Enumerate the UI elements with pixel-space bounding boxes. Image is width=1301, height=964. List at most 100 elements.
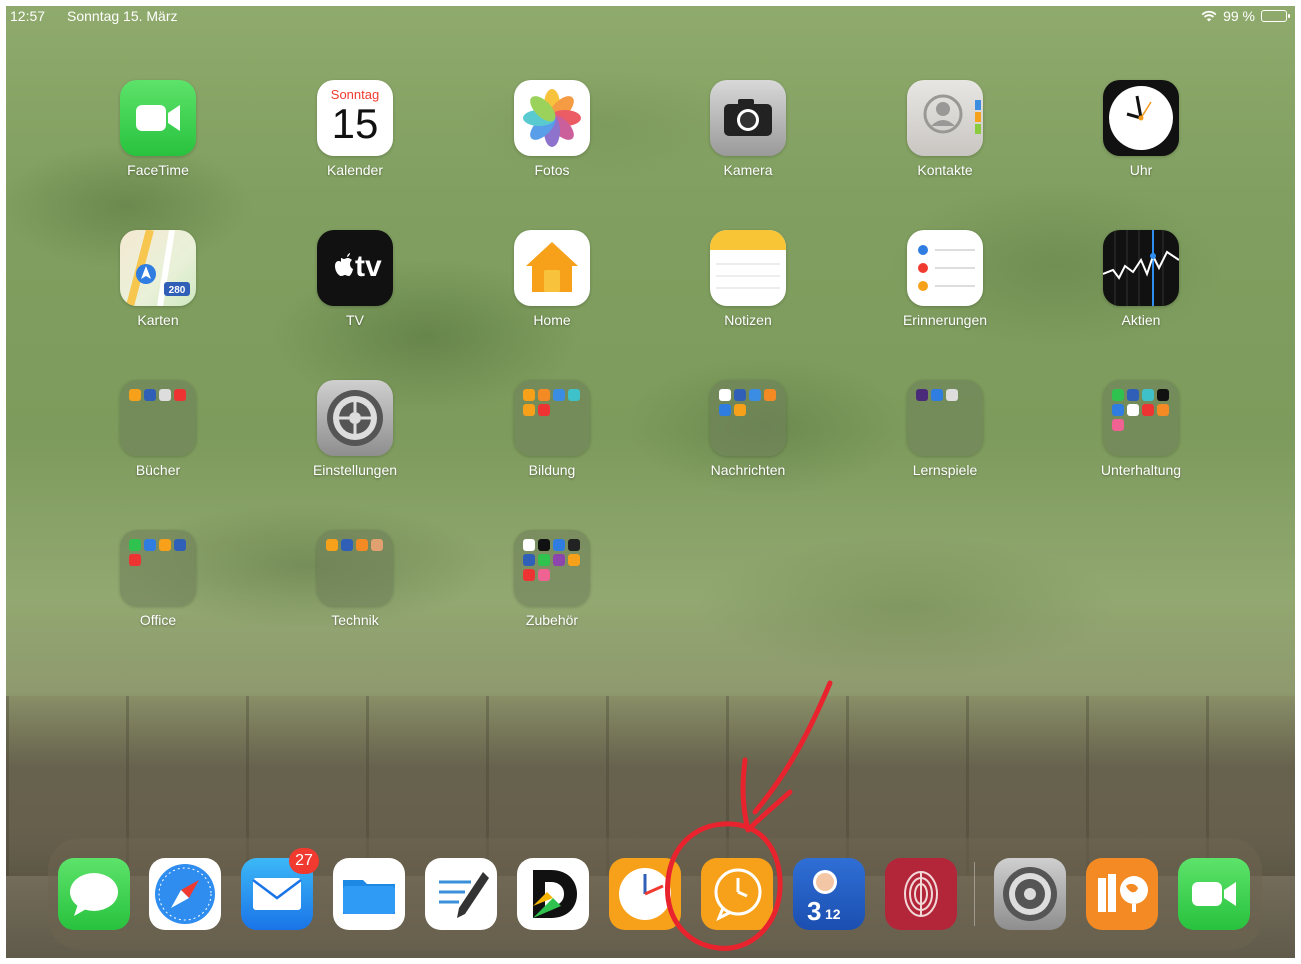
app-karten[interactable]: 280 Karten — [98, 230, 218, 328]
maps-icon: 280 — [120, 230, 196, 306]
app-kamera[interactable]: Kamera — [688, 80, 808, 178]
app-label: Aktien — [1121, 312, 1161, 328]
notes-icon — [710, 230, 786, 306]
battery-icon — [1261, 10, 1290, 22]
fingerprint-app-icon — [885, 858, 957, 930]
folder-icon — [907, 380, 983, 456]
status-bar: 12:57 Sonntag 15. März 99 % — [6, 6, 1295, 26]
status-date: Sonntag 15. März — [67, 8, 178, 24]
messages-icon — [58, 858, 130, 930]
d-app-icon — [517, 858, 589, 930]
app-tv[interactable]: tv TV — [295, 230, 415, 328]
app-erinnerungen[interactable]: Erinnerungen — [885, 230, 1005, 328]
app-aktien[interactable]: Aktien — [1081, 230, 1201, 328]
app-label: Lernspiele — [912, 462, 978, 478]
app-label: Fotos — [534, 162, 570, 178]
camera-icon — [710, 80, 786, 156]
notes-pen-icon — [425, 858, 497, 930]
folder-technik[interactable]: Technik — [295, 530, 415, 628]
facetime-icon — [1178, 858, 1250, 930]
stocks-icon — [1103, 230, 1179, 306]
dock-books-globe[interactable] — [1086, 858, 1158, 930]
dock-fingerprint-app[interactable] — [885, 858, 957, 930]
folder-lernspiele[interactable]: Lernspiele — [885, 380, 1005, 478]
dock-safari[interactable] — [149, 858, 221, 930]
app-kontakte[interactable]: Kontakte — [885, 80, 1005, 178]
dock-d-app[interactable] — [517, 858, 589, 930]
photos-icon — [514, 80, 590, 156]
app-label: TV — [346, 312, 364, 328]
dock-settings[interactable] — [994, 858, 1066, 930]
folder-icon — [514, 530, 590, 606]
maps-route-text: 280 — [169, 285, 186, 296]
app-label: FaceTime — [127, 162, 189, 178]
app-label: Technik — [331, 612, 379, 628]
tv-icon: tv — [317, 230, 393, 306]
mail-badge: 27 — [289, 848, 319, 874]
contacts-icon — [907, 80, 983, 156]
folder-office[interactable]: Office — [98, 530, 218, 628]
battery-percent: 99 % — [1223, 8, 1255, 24]
books-globe-icon — [1086, 858, 1158, 930]
home-screen: 12:57 Sonntag 15. März 99 % FaceTime Son… — [6, 6, 1295, 958]
settings-icon — [994, 858, 1066, 930]
dock-separator — [974, 862, 975, 926]
app-notizen[interactable]: Notizen — [688, 230, 808, 328]
app-label: Kontakte — [917, 162, 973, 178]
folder-buecher[interactable]: Bücher — [98, 380, 218, 478]
dock-messages[interactable] — [58, 858, 130, 930]
app-home[interactable]: Home — [492, 230, 612, 328]
clock-icon — [1103, 80, 1179, 156]
speech-clock-icon — [701, 858, 773, 930]
dock-facetime[interactable] — [1178, 858, 1250, 930]
folder-icon — [120, 380, 196, 456]
app-label: Karten — [137, 312, 179, 328]
app-label: Zubehör — [525, 612, 579, 628]
tv-icon-text: tv — [355, 250, 382, 283]
dock-clock-app[interactable] — [609, 858, 681, 930]
files-icon — [333, 858, 405, 930]
safari-icon — [149, 858, 221, 930]
folder-icon — [710, 380, 786, 456]
folder-bildung[interactable]: Bildung — [492, 380, 612, 478]
home-icon — [514, 230, 590, 306]
settings-icon — [317, 380, 393, 456]
clock-app-icon — [609, 858, 681, 930]
folder-nachrichten[interactable]: Nachrichten — [688, 380, 808, 478]
app-fotos[interactable]: Fotos — [492, 80, 612, 178]
app-einstellungen[interactable]: Einstellungen — [295, 380, 415, 478]
app-uhr[interactable]: Uhr — [1081, 80, 1201, 178]
folder-zubehoer[interactable]: Zubehör — [492, 530, 612, 628]
app-kalender[interactable]: Sonntag 15 Kalender — [295, 80, 415, 178]
folder-icon — [514, 380, 590, 456]
app-label: Notizen — [724, 312, 772, 328]
dock-mail[interactable]: 27 — [241, 848, 319, 930]
calendar-day: 15 — [331, 100, 379, 147]
dock-files[interactable] — [333, 858, 405, 930]
facetime-icon — [120, 80, 196, 156]
app-facetime[interactable]: FaceTime — [98, 80, 218, 178]
app-label: Kalender — [326, 162, 384, 178]
math-icon-text: 3 — [807, 896, 822, 926]
app-label: Bildung — [528, 462, 576, 478]
folder-icon — [1103, 380, 1179, 456]
calendar-icon: Sonntag 15 — [317, 80, 393, 156]
app-label: Nachrichten — [710, 462, 786, 478]
reminders-icon — [907, 230, 983, 306]
app-label: Einstellungen — [312, 462, 398, 478]
folder-icon — [317, 530, 393, 606]
app-label: Office — [139, 612, 177, 628]
math-app-icon: 3 12 — [793, 858, 865, 930]
app-label: Home — [533, 312, 571, 328]
folder-unterhaltung[interactable]: Unterhaltung — [1081, 380, 1201, 478]
status-time: 12:57 — [10, 8, 46, 24]
status-right: 99 % — [1201, 8, 1290, 24]
dock-math-app[interactable]: 3 12 — [793, 858, 865, 930]
app-label: Unterhaltung — [1100, 462, 1182, 478]
dock-speech-clock[interactable] — [701, 858, 773, 930]
dock-notes-pen[interactable] — [425, 858, 497, 930]
dock: 27 3 12 — [48, 838, 1262, 950]
math-icon-fraction: 12 — [825, 906, 841, 922]
app-label: Bücher — [135, 462, 181, 478]
app-label: Uhr — [1129, 162, 1153, 178]
